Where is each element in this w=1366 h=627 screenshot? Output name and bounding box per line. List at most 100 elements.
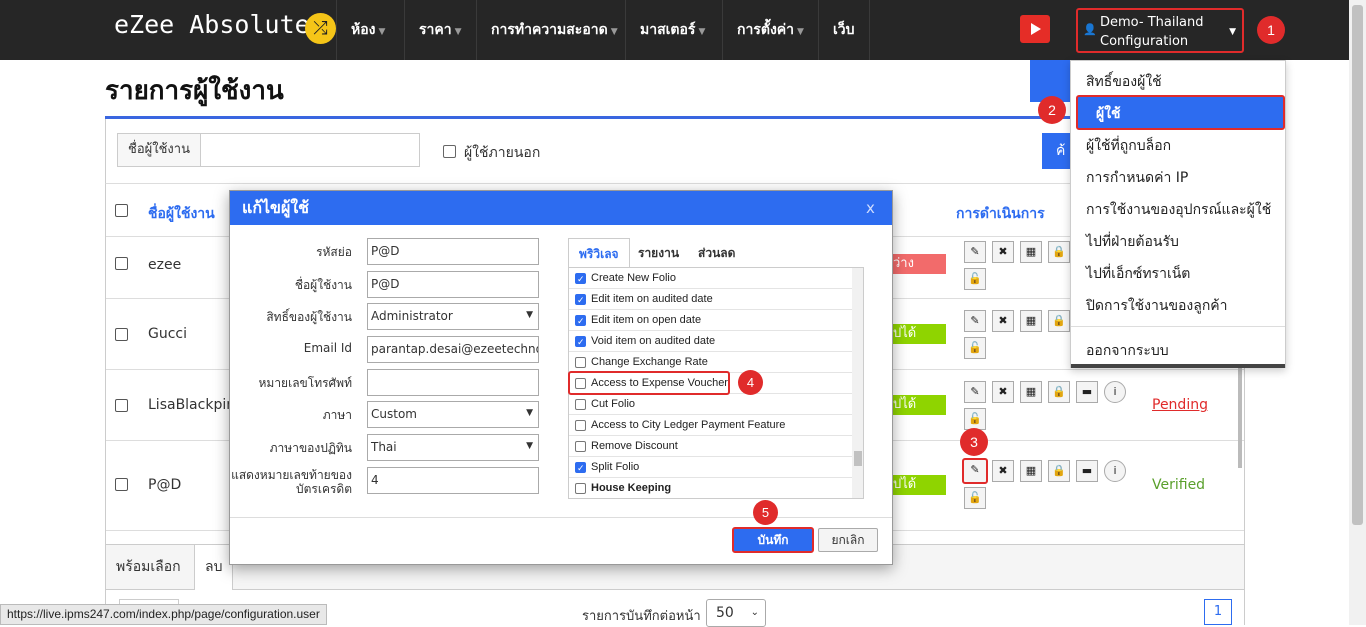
field-label-username: ชื่อผู้ใช้งาน: [294, 278, 352, 292]
delete-icon[interactable]: ✖: [992, 241, 1014, 263]
checkbox[interactable]: [575, 399, 586, 410]
calculator-icon[interactable]: ▦: [1020, 241, 1042, 263]
modal-title: แก้ไขผู้ใช้: [230, 191, 892, 225]
list-item[interactable]: Create New Folio: [569, 268, 852, 290]
nav-housekeeping[interactable]: การทำความสะอาด ▼: [476, 0, 632, 60]
external-user-checkbox[interactable]: [443, 145, 456, 158]
checkbox[interactable]: [575, 357, 586, 368]
list-item[interactable]: Edit item on open date: [569, 310, 852, 332]
list-item[interactable]: Void item on audited date: [569, 331, 852, 353]
menu-item-blocked-users[interactable]: ผู้ใช้ที่ถูกบล็อก: [1086, 135, 1171, 157]
step-badge-4: 4: [738, 370, 763, 395]
list-item[interactable]: Edit item on audited date: [569, 289, 852, 311]
menu-item-device-usage[interactable]: การใช้งานของอุปกรณ์และผู้ใช้: [1086, 199, 1271, 221]
comment-icon[interactable]: ▬: [1076, 460, 1098, 482]
select-all-checkbox[interactable]: [115, 204, 128, 217]
records-per-page-label: รายการบันทึกต่อหน้า: [582, 609, 701, 624]
privileges-scrollbar-thumb[interactable]: [854, 451, 862, 466]
cancel-button[interactable]: ยกเลิก: [818, 528, 878, 552]
close-icon[interactable]: x: [866, 191, 875, 225]
list-item[interactable]: Remove Discount: [569, 436, 852, 457]
lock-icon[interactable]: 🔒: [1048, 460, 1070, 482]
row-checkbox[interactable]: [115, 478, 128, 491]
user-menu-button[interactable]: 👤 Demo- Thailand Configuration ▼: [1076, 8, 1244, 53]
email-input[interactable]: parantap.desai@ezeetechnosys.c: [367, 336, 539, 363]
nav-settings[interactable]: การตั้งค่า ▼: [722, 0, 818, 60]
lock-icon[interactable]: 🔒: [1048, 241, 1070, 263]
checkbox[interactable]: [575, 483, 586, 494]
nav-rates[interactable]: ราคา ▼: [404, 0, 476, 60]
row-checkbox[interactable]: [115, 399, 128, 412]
user-role-select[interactable]: Administrator ▼: [367, 303, 539, 330]
edit-icon[interactable]: ✎: [964, 310, 986, 332]
language-select[interactable]: Custom ▼: [367, 401, 539, 428]
delete-button[interactable]: ลบ: [194, 545, 234, 590]
nav-masters[interactable]: มาสเตอร์ ▼: [625, 0, 719, 60]
save-button[interactable]: บันทึก: [732, 527, 814, 553]
shuffle-icon[interactable]: ⤮: [305, 13, 336, 44]
menu-item-front-desk[interactable]: ไปที่ฝ่ายต้อนรับ: [1086, 231, 1179, 253]
verification-status-link[interactable]: Pending: [1152, 397, 1208, 413]
lock-icon[interactable]: 🔒: [1048, 381, 1070, 403]
menu-item-disable-customer[interactable]: ปิดการใช้งานของลูกค้า: [1086, 295, 1228, 317]
records-per-page-select[interactable]: 50 ⌄: [706, 599, 766, 627]
unlock-icon[interactable]: 🔓: [964, 487, 986, 509]
list-item[interactable]: House Keeping: [569, 478, 852, 498]
calculator-icon[interactable]: ▦: [1020, 381, 1042, 403]
nav-rooms[interactable]: ห้อง ▼: [336, 0, 399, 60]
page-number[interactable]: 1: [1204, 599, 1232, 625]
checkbox[interactable]: [575, 420, 586, 431]
menu-bottom-edge: [1071, 364, 1285, 368]
tab-privileges[interactable]: พริวิเลจ: [568, 238, 630, 268]
external-user-label: ผู้ใช้ภายนอก: [464, 145, 541, 161]
nav-web[interactable]: เว็บ: [818, 0, 870, 60]
info-icon[interactable]: i: [1104, 381, 1126, 403]
calculator-icon[interactable]: ▦: [1020, 460, 1042, 482]
lock-icon[interactable]: 🔒: [1048, 310, 1070, 332]
list-item[interactable]: Split Folio: [569, 457, 852, 479]
calendar-language-select[interactable]: Thai ▼: [367, 434, 539, 461]
edit-icon[interactable]: ✎: [964, 381, 986, 403]
info-icon[interactable]: i: [1104, 460, 1126, 482]
checkbox[interactable]: [575, 441, 586, 452]
list-item[interactable]: Change Exchange Rate: [569, 352, 852, 373]
list-item[interactable]: Access to City Ledger Payment Feature: [569, 415, 852, 436]
calculator-icon[interactable]: ▦: [1020, 310, 1042, 332]
checkbox-checked[interactable]: [575, 269, 586, 290]
delete-icon[interactable]: ✖: [992, 381, 1014, 403]
row-checkbox[interactable]: [115, 328, 128, 341]
unlock-icon[interactable]: 🔓: [964, 268, 986, 290]
edit-icon[interactable]: ✎: [964, 241, 986, 263]
status-badge: ปได้: [891, 395, 946, 415]
window-scrollbar-thumb[interactable]: [1352, 5, 1363, 525]
delete-icon[interactable]: ✖: [992, 310, 1014, 332]
short-code-input[interactable]: P@D: [367, 238, 539, 265]
unlock-icon[interactable]: 🔓: [964, 337, 986, 359]
delete-icon[interactable]: ✖: [992, 460, 1014, 482]
checkbox-checked[interactable]: [575, 458, 586, 479]
row-checkbox[interactable]: [115, 257, 128, 270]
unlock-icon[interactable]: 🔓: [964, 408, 986, 430]
step-badge-5: 5: [753, 500, 778, 525]
tab-discounts[interactable]: ส่วนลด: [698, 238, 735, 268]
menu-item-logout[interactable]: ออกจากระบบ: [1086, 340, 1169, 362]
checkbox-checked[interactable]: [575, 311, 586, 332]
tab-reports[interactable]: รายงาน: [638, 238, 679, 268]
username-filter-input[interactable]: [200, 133, 420, 167]
checkbox-checked[interactable]: [575, 332, 586, 353]
column-header-username[interactable]: ชื่อผู้ใช้งาน: [148, 203, 215, 225]
caret-down-icon: ▼: [797, 27, 804, 37]
menu-item-ip-config[interactable]: การกำหนดค่า IP: [1086, 167, 1188, 189]
card-digits-input[interactable]: 4: [367, 467, 539, 494]
checkbox-checked[interactable]: [575, 290, 586, 311]
comment-icon[interactable]: ▬: [1076, 381, 1098, 403]
brand-logo[interactable]: eZee Absolute: [114, 10, 310, 39]
phone-input[interactable]: [367, 369, 539, 396]
username-input[interactable]: P@D: [367, 271, 539, 298]
menu-item-user-privileges[interactable]: สิทธิ์ของผู้ใช้: [1086, 71, 1162, 93]
menu-item-extranet[interactable]: ไปที่เอ็กซ์ทราเน็ต: [1086, 263, 1190, 285]
youtube-icon[interactable]: [1020, 15, 1050, 43]
select-all-button[interactable]: พร้อมเลือก: [106, 545, 191, 589]
edit-icon[interactable]: ✎: [962, 458, 988, 484]
list-item[interactable]: Cut Folio: [569, 394, 852, 415]
